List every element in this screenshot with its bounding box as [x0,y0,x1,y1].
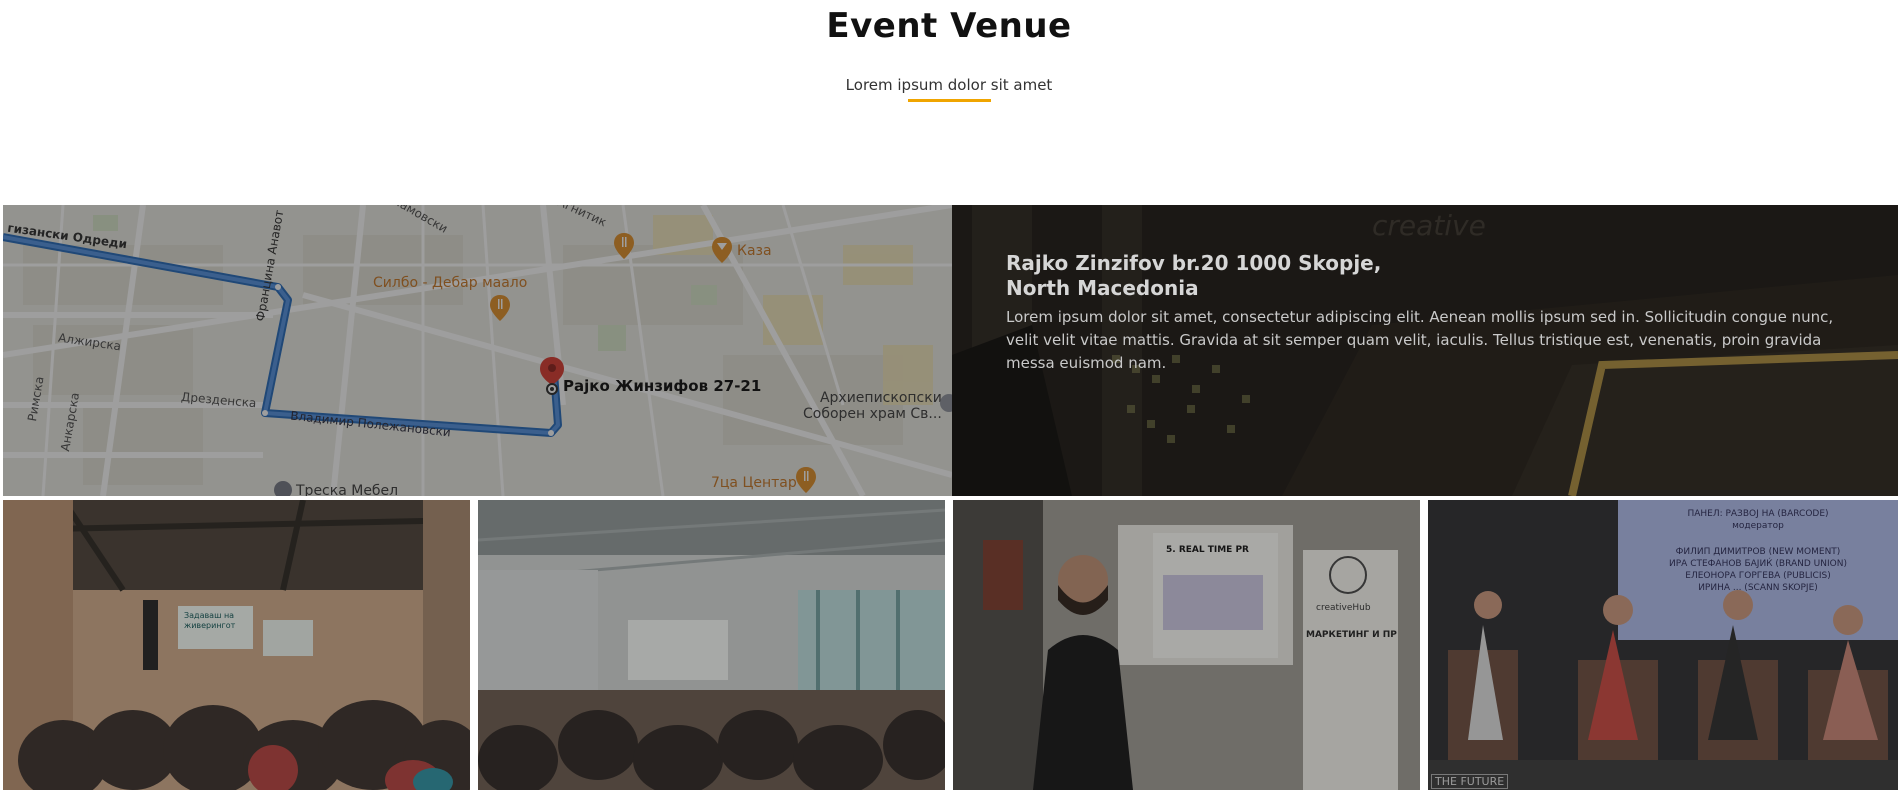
gallery-photo[interactable]: 5. REAL TIME PR creativeHub МАРКЕТИНГ И … [953,500,1420,790]
venue-address-line1: Rajko Zinzifov br.20 1000 Skopje, [1006,251,1382,275]
photo-dim-overlay [3,500,470,790]
map-dim-overlay [3,205,952,496]
title-underline [908,99,991,102]
venue-address: Rajko Zinzifov br.20 1000 Skopje, North … [1006,251,1426,301]
section-subtitle: Lorem ipsum dolor sit amet [845,76,1053,94]
venue-description: Lorem ipsum dolor sit amet, consectetur … [1006,308,1834,372]
section-title: Event Venue [826,6,1072,46]
photo-dim-overlay [478,500,945,790]
photo-dim-overlay [953,500,1420,790]
gallery-photo[interactable] [478,500,945,790]
venue-map[interactable]: гизански Одреди Францина Анавот Алжирска… [3,205,952,496]
photo-dim-overlay [1428,500,1898,790]
venue-address-line2: North Macedonia [1006,276,1199,300]
gallery-photo[interactable]: Задаваш на живерингот [3,500,470,790]
venue-row: гизански Одреди Францина Анавот Алжирска… [3,205,1898,496]
venue-address-panel: creative Rajko Zinzifov br.20 1000 Skopj… [952,205,1898,496]
venue-gallery: Задаваш на живерингот 5. REAL TIME PR cr… [3,500,1898,790]
gallery-photo[interactable]: ПАНЕЛ: РАЗВОЈ НА (BARCODE) модератор ФИЛ… [1428,500,1898,790]
section-header: Event Venue Lorem ipsum dolor sit amet [0,0,1898,130]
